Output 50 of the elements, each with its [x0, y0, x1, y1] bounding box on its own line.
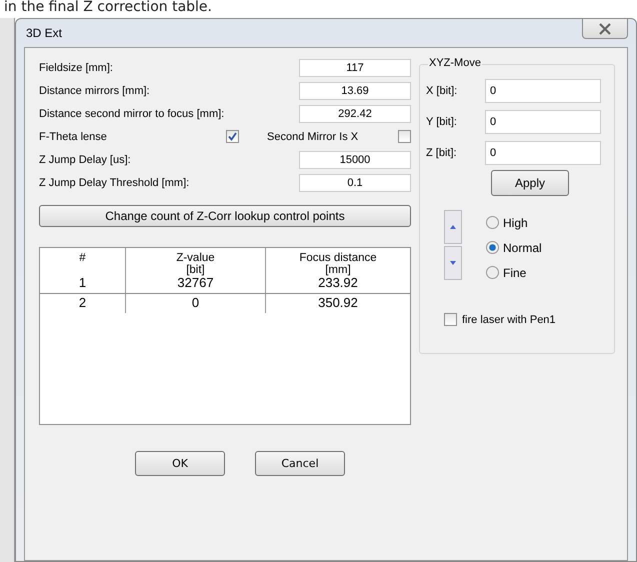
table-cell: 2: [40, 294, 126, 313]
document-text: in the final Z correction table.: [3, 0, 213, 17]
dialog-button[interactable]: Cancel: [255, 451, 345, 476]
checkbox-label: fire laser with Pen1: [462, 314, 556, 326]
up-arrow-icon: [450, 225, 456, 229]
down-arrow-icon: [450, 261, 456, 265]
field-label: Distance mirrors [mm]:: [39, 84, 151, 96]
field-label: Z [bit]:: [426, 146, 458, 158]
field-label: X [bit]:: [426, 84, 458, 96]
input-field[interactable]: 15000: [299, 150, 411, 168]
radio-label: Normal: [503, 240, 542, 254]
window-title: 3D Ext: [25, 25, 64, 40]
table-cell: 1: [40, 274, 126, 293]
checkbox-label: F-Theta lense: [39, 130, 108, 142]
table-cell-text: 233.92: [317, 275, 359, 292]
up-button[interactable]: [444, 210, 462, 244]
input-field[interactable]: 0: [485, 78, 601, 102]
apply-button[interactable]: Apply: [491, 170, 569, 196]
table-cell: 32767: [126, 274, 266, 293]
checkbox[interactable]: [398, 130, 411, 143]
checkbox[interactable]: [226, 130, 239, 143]
column-header[interactable]: Z-value [bit]: [126, 248, 266, 274]
radio-button[interactable]: [486, 241, 499, 254]
dialog-button[interactable]: OK: [135, 451, 225, 476]
radio-label: Fine: [503, 266, 526, 280]
input-field[interactable]: 13.69: [299, 82, 411, 100]
column-header[interactable]: #: [40, 248, 126, 274]
input-field[interactable]: 0: [485, 140, 601, 164]
input-field[interactable]: 117: [299, 58, 411, 76]
field-label: Z Jump Delay [us]:: [39, 154, 132, 166]
close-icon: [598, 22, 612, 34]
input-field[interactable]: 292.42: [299, 104, 411, 122]
radio-label: High: [503, 216, 528, 230]
input-field[interactable]: 0: [485, 110, 601, 134]
checkbox[interactable]: [444, 313, 457, 326]
table-cell: 0: [126, 294, 266, 313]
radio-button[interactable]: [486, 216, 499, 229]
field-label: Z Jump Delay Threshold [mm]:: [39, 176, 190, 188]
field-label: Y [bit]:: [426, 116, 458, 128]
down-button[interactable]: [444, 246, 462, 280]
table-cell-text: 350.92: [317, 294, 359, 312]
checkbox-label: Second Mirror Is X: [267, 130, 360, 142]
field-label: Distance second mirror to focus [mm]:: [39, 108, 226, 120]
lookup-button[interactable]: Change count of Z-Corr lookup control points: [39, 205, 411, 227]
group-title: XYZ-Move: [428, 57, 482, 69]
column-header[interactable]: Focus distance [mm]: [266, 248, 410, 274]
close-button[interactable]: [582, 19, 628, 39]
input-field[interactable]: 0.1: [299, 174, 411, 192]
field-label: Fieldsize [mm]:: [39, 62, 114, 74]
radio-button[interactable]: [486, 266, 499, 279]
